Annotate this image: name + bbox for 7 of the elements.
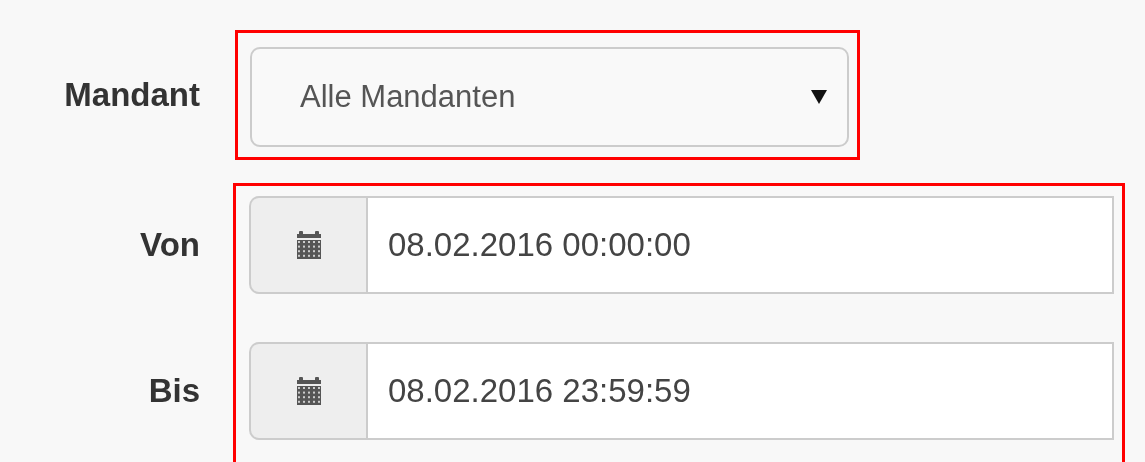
client-dropdown[interactable]: Alle Mandanten [250,47,849,147]
calendar-icon [294,230,323,260]
field-label: Von [139,225,200,265]
calendar-icon [294,376,323,406]
field-label: Bis [147,371,200,411]
caret-icon [811,90,827,104]
field-label: Mandant [63,76,200,114]
